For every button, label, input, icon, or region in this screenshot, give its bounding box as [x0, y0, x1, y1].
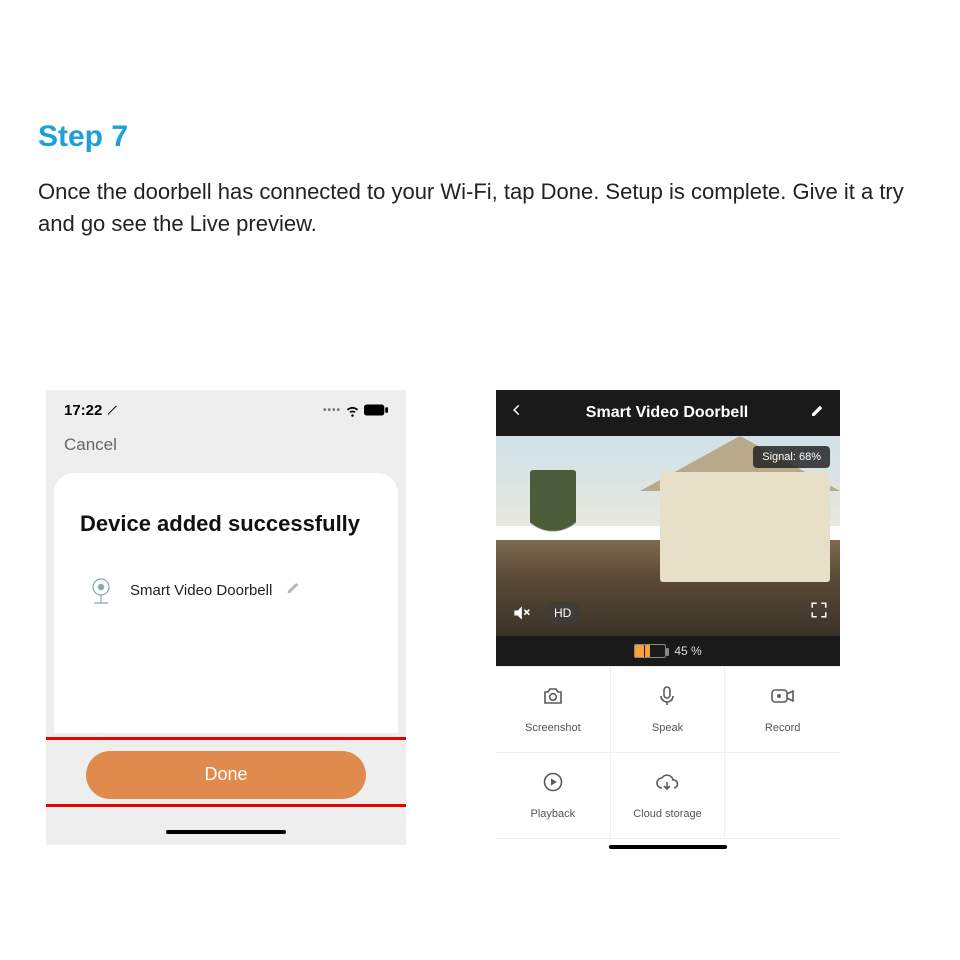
status-bar: 17:22 ••••: [46, 390, 406, 425]
device-name: Smart Video Doorbell: [130, 582, 272, 599]
screenshot-label: Screenshot: [525, 722, 581, 734]
live-header: Smart Video Doorbell: [496, 390, 840, 436]
playback-button[interactable]: Playback: [496, 753, 611, 839]
cloud-label: Cloud storage: [633, 808, 702, 820]
record-button[interactable]: Record: [725, 667, 840, 753]
speak-label: Speak: [652, 722, 683, 734]
microphone-icon: [655, 684, 679, 713]
signal-badge: Signal: 68%: [753, 446, 830, 468]
left-phone-screenshot: 17:22 •••• Cancel Device added successfu…: [46, 390, 406, 867]
cancel-button[interactable]: Cancel: [64, 435, 117, 454]
cloud-storage-button[interactable]: Cloud storage: [611, 753, 726, 839]
right-phone-screenshot: Smart Video Doorbell Signal: 68% HD: [496, 390, 840, 867]
video-icon: [770, 684, 796, 713]
fullscreen-icon[interactable]: [810, 601, 828, 624]
status-time: 17:22: [64, 402, 118, 419]
done-button[interactable]: Done: [86, 751, 366, 799]
battery-level-icon: [634, 644, 666, 658]
live-video[interactable]: Signal: 68% HD: [496, 436, 840, 636]
device-row[interactable]: Smart Video Doorbell: [88, 577, 372, 605]
playback-icon: [541, 770, 565, 799]
wifi-icon: [345, 403, 360, 418]
camera-icon: [541, 684, 565, 713]
playback-label: Playback: [531, 808, 576, 820]
record-label: Record: [765, 722, 800, 734]
back-icon[interactable]: [510, 403, 524, 422]
cellular-icon: ••••: [323, 405, 341, 416]
hd-button[interactable]: HD: [544, 602, 581, 624]
step-description: Once the doorbell has connected to your …: [38, 176, 922, 240]
empty-cell: [725, 753, 840, 839]
home-indicator: [46, 819, 406, 845]
live-title: Smart Video Doorbell: [586, 404, 748, 422]
mute-icon[interactable]: [508, 600, 534, 626]
battery-bar: 45 %: [496, 636, 840, 666]
battery-percent: 45 %: [674, 644, 701, 658]
home-indicator: [496, 839, 840, 867]
screenshot-button[interactable]: Screenshot: [496, 667, 611, 753]
success-card: Device added successfully Smart Video Do…: [54, 473, 398, 733]
camera-device-icon: [88, 577, 116, 605]
pencil-icon[interactable]: [286, 581, 300, 600]
speak-button[interactable]: Speak: [611, 667, 726, 753]
step-title: Step 7: [38, 120, 922, 154]
card-title: Device added successfully: [80, 511, 372, 537]
battery-icon: [364, 404, 388, 416]
cloud-icon: [653, 770, 681, 799]
pencil-icon[interactable]: [810, 402, 826, 423]
